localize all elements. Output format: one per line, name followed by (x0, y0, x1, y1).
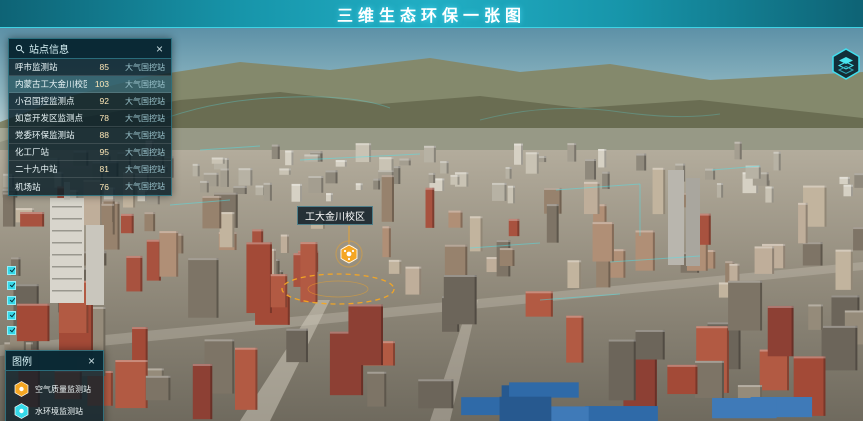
legend-list: 空气质量监测站 水环境监测站 (6, 371, 103, 421)
station-row[interactable]: 小召国控监测点 92 大气国控站 (9, 93, 171, 110)
station-list: 呼市监测站 85 大气国控站 内蒙古工大金川校区 103 大气国控站 小召国控监… (9, 59, 171, 195)
station-name: 内蒙古工大金川校区 (15, 78, 87, 90)
station-name: 如意开发区监测点 (15, 112, 87, 124)
station-panel-header: 站点信息 × (9, 39, 171, 59)
station-row[interactable]: 化工厂站 95 大气国控站 (9, 144, 171, 161)
legend-label: 水环境监测站 (35, 406, 83, 417)
checkbox-checked-icon[interactable] (7, 281, 16, 290)
legend-panel-title: 图例 (12, 353, 86, 368)
legend-label: 空气质量监测站 (35, 384, 91, 395)
map-marker-label[interactable]: 工大金川校区 (297, 206, 373, 225)
checkbox-checked-icon[interactable] (7, 326, 16, 335)
station-name: 化工厂站 (15, 146, 87, 158)
station-type: 大气国控站 (109, 62, 165, 73)
station-aqi: 95 (87, 147, 109, 157)
station-type: 大气国控站 (109, 147, 165, 158)
layers-hexagon-button[interactable] (831, 48, 861, 80)
station-type: 大气国控站 (109, 79, 165, 90)
station-type: 大气国控站 (109, 181, 165, 192)
air-station-marker-icon (14, 381, 29, 397)
water-station-marker-icon (14, 403, 29, 419)
top-bar: 三维生态环保一张图 (0, 0, 863, 28)
legend-item: 水环境监测站 (14, 403, 95, 419)
map-legend-panel: 图例 × 空气质量监测站 水环境监测站 (5, 350, 104, 421)
legend-item: 空气质量监测站 (14, 381, 95, 397)
station-panel-title: 站点信息 (29, 41, 154, 56)
station-name: 二十九中站 (15, 163, 87, 175)
station-list-panel: 站点信息 × 呼市监测站 85 大气国控站 内蒙古工大金川校区 103 大气国控… (8, 38, 172, 196)
station-aqi: 76 (87, 182, 109, 192)
station-row[interactable]: 二十九中站 81 大气国控站 (9, 161, 171, 178)
station-row[interactable]: 呼市监测站 85 大气国控站 (9, 59, 171, 76)
station-row[interactable]: 内蒙古工大金川校区 103 大气国控站 (9, 76, 171, 93)
page-title: 三维生态环保一张图 (337, 2, 526, 26)
station-type: 大气国控站 (109, 164, 165, 175)
station-aqi: 78 (87, 113, 109, 123)
station-row[interactable]: 机场站 76 大气国控站 (9, 178, 171, 195)
legend-panel-header: 图例 × (6, 351, 103, 371)
station-aqi: 88 (87, 130, 109, 140)
station-type: 大气国控站 (109, 113, 165, 124)
close-icon[interactable]: × (154, 43, 165, 55)
station-aqi: 103 (87, 79, 109, 89)
station-name: 小召国控监测点 (15, 95, 87, 107)
search-icon (15, 44, 25, 54)
station-aqi: 81 (87, 164, 109, 174)
app-window: 工大金川校区 三维生态环保一张图 站点信息 × 呼市监测站 85 大气国控站 内… (0, 0, 863, 421)
station-aqi: 85 (87, 62, 109, 72)
station-name: 呼市监测站 (15, 61, 87, 73)
checkbox-checked-icon[interactable] (7, 266, 16, 275)
station-row[interactable]: 党委环保监测站 88 大气国控站 (9, 127, 171, 144)
station-type: 大气国控站 (109, 130, 165, 141)
checkbox-checked-icon[interactable] (7, 311, 16, 320)
station-name: 机场站 (15, 181, 87, 193)
station-name: 党委环保监测站 (15, 129, 87, 141)
checkbox-checked-icon[interactable] (7, 296, 16, 305)
station-row[interactable]: 如意开发区监测点 78 大气国控站 (9, 110, 171, 127)
station-type: 大气国控站 (109, 96, 165, 107)
station-aqi: 92 (87, 96, 109, 106)
close-icon[interactable]: × (86, 355, 97, 367)
